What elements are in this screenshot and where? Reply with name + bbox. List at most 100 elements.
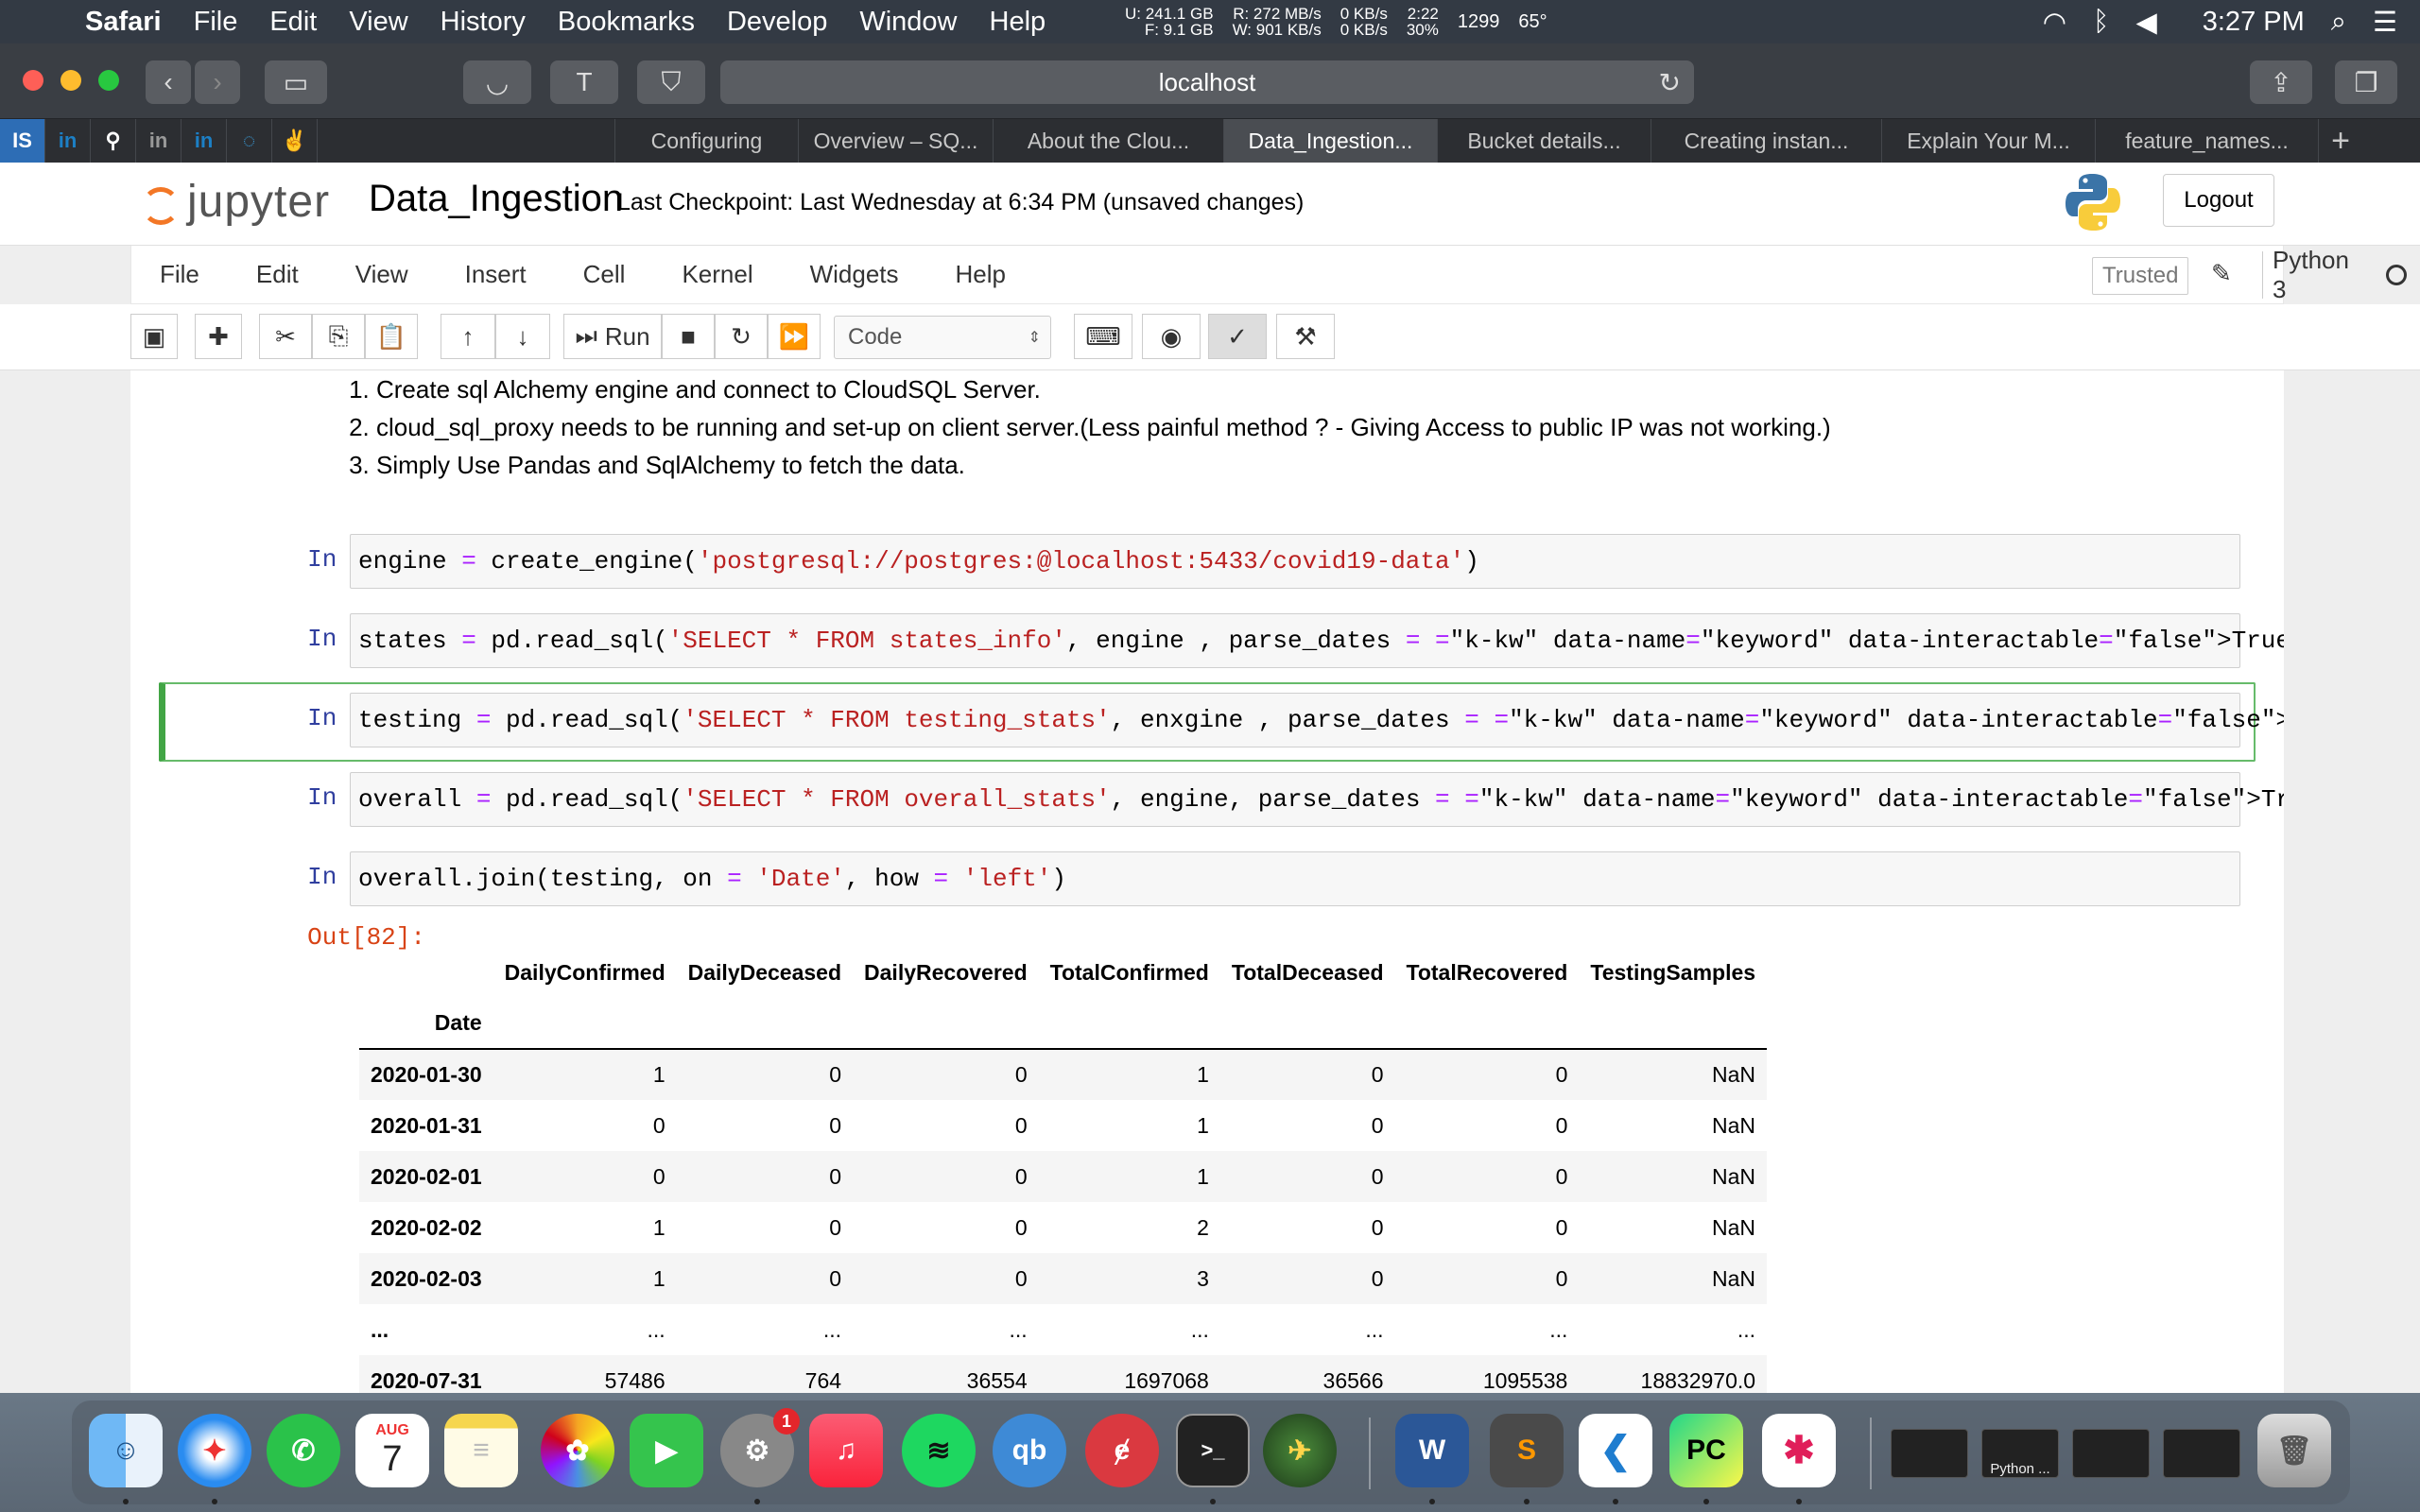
safari-icon[interactable]: ✦ [178,1414,251,1487]
bluetooth-icon[interactable]: ᛒ [2093,7,2109,38]
cut-icon[interactable]: ✂ [259,314,312,359]
hammer-icon[interactable]: ⚒ [1276,314,1335,359]
interrupt-kernel-icon[interactable]: ■ [662,314,715,359]
jmenu-edit[interactable]: Edit [228,260,327,289]
restart-kernel-icon[interactable]: ↻ [715,314,768,359]
menu-file[interactable]: File [194,7,238,38]
qbittorrent-icon[interactable]: qb [993,1414,1066,1487]
pocket-icon[interactable]: ◡ [463,60,531,104]
cpu-temp[interactable]: 65° [1518,12,1547,31]
reload-icon[interactable]: ↻ [1659,67,1681,98]
tab-overview-icon[interactable]: ❐ [2335,60,2397,104]
menu-help[interactable]: Help [990,7,1046,38]
system-preferences-icon[interactable]: ⚙ 1 [720,1408,800,1487]
network-rate[interactable]: 0 KB/s 0 KB/s [1340,6,1388,38]
pinned-tab-3[interactable]: ⚲ [91,119,136,163]
code-cell-input[interactable]: overall.join(testing, on = 'Date', how =… [350,851,2240,906]
tab-feature-names[interactable]: feature_names... [2096,119,2319,163]
tab-creating-instance[interactable]: Creating instan... [1651,119,1882,163]
music-icon[interactable]: ♫ [809,1414,883,1487]
slack-icon[interactable]: ✱ [1762,1414,1836,1487]
jmenu-view[interactable]: View [327,260,437,289]
restart-run-all-icon[interactable]: ⏩ [768,314,821,359]
paste-icon[interactable]: 📋 [365,314,418,359]
new-tab-button[interactable]: + [2319,119,2362,163]
tab-overview-sq[interactable]: Overview – SQ... [799,119,994,163]
kernel-name[interactable]: Python 3 [2262,246,2349,303]
tab-explain-model[interactable]: Explain Your M... [1882,119,2096,163]
wifi-icon[interactable]: ◠ [2043,6,2066,39]
disk-usage[interactable]: U: 241.1 GB F: 9.1 GB [1125,6,1214,38]
jmenu-kernel[interactable]: Kernel [653,260,781,289]
run-button[interactable]: ⏭ Run [563,314,662,359]
pinned-tab-1[interactable]: IS [0,119,45,163]
menu-view[interactable]: View [349,7,407,38]
fan-speed[interactable]: 1299 [1458,12,1500,31]
minimize-window-button[interactable] [60,70,81,91]
jmenu-help[interactable]: Help [927,260,1034,289]
finder-icon[interactable]: ☺ [89,1414,163,1487]
close-window-button[interactable] [23,70,43,91]
move-down-icon[interactable]: ↓ [495,314,550,359]
extension-icon[interactable]: T [550,60,618,104]
menu-history[interactable]: History [441,7,526,38]
jmenu-file[interactable]: File [131,260,228,289]
minimized-window-thumb[interactable] [2163,1429,2240,1478]
minimized-window-thumb[interactable] [2072,1429,2150,1478]
clock[interactable]: 3:27 PM [2203,7,2305,38]
minimized-window-thumb[interactable]: Python ... [1981,1429,2059,1478]
jmenu-widgets[interactable]: Widgets [782,260,927,289]
github-icon[interactable]: ◉ [1142,314,1201,359]
insert-cell-below-icon[interactable]: ✚ [195,314,242,359]
sidebar-toggle-icon[interactable]: ▭ [265,60,327,104]
notebook-title[interactable]: Data_Ingestion [369,178,623,220]
logout-button[interactable]: Logout [2163,174,2274,227]
battery-status[interactable]: 2:22 30% [1407,6,1439,38]
pinned-tab-5[interactable]: in [182,119,227,163]
notes-icon[interactable]: ≡ [444,1414,518,1487]
tab-about-cloud[interactable]: About the Clou... [994,119,1224,163]
trash-icon[interactable]: 🗑 [2257,1414,2331,1487]
spotify-icon[interactable]: ≋ [902,1414,976,1487]
menu-edit[interactable]: Edit [269,7,317,38]
code-cell-input[interactable]: engine = create_engine('postgresql://pos… [350,534,2240,589]
tab-configuring[interactable]: Configuring [615,119,799,163]
share-icon[interactable]: ⇪ [2250,60,2312,104]
control-center-icon[interactable]: ☰ [2373,6,2397,39]
volume-icon[interactable]: ◀ [2135,6,2156,39]
spellcheck-icon[interactable]: ✓ [1208,314,1267,359]
vscode-icon[interactable]: ❮ [1579,1414,1652,1487]
back-button[interactable]: ‹ [146,60,191,104]
forward-button[interactable]: › [195,60,240,104]
menu-develop[interactable]: Develop [727,7,827,38]
save-icon[interactable]: ▣ [130,314,178,359]
pinned-tab-4[interactable]: in [136,119,182,163]
jupyter-logo[interactable]: jupyter [142,176,330,228]
minimized-window-thumb[interactable] [1891,1429,1968,1478]
pinned-tab-7[interactable]: ✌ [272,119,318,163]
privacy-shield-icon[interactable]: ⛉ [637,60,705,104]
whatsapp-icon[interactable]: ✆ [267,1414,340,1487]
expressvpn-icon[interactable]: ɇ [1085,1414,1159,1487]
jmenu-insert[interactable]: Insert [437,260,555,289]
markdown-cell[interactable]: Create sql Alchemy engine and connect to… [376,370,1831,484]
pinned-tab-6[interactable]: ◌ [227,119,272,163]
globe-app-icon[interactable]: ✈ [1263,1414,1337,1487]
code-cell-input[interactable]: states = pd.read_sql('SELECT * FROM stat… [350,613,2284,668]
photos-icon[interactable]: ✿ [541,1414,614,1487]
address-bar[interactable]: localhost ↻ [720,60,1694,104]
menu-bookmarks[interactable]: Bookmarks [558,7,695,38]
menu-app-name[interactable]: Safari [85,7,162,38]
trusted-indicator[interactable]: Trusted [2092,257,2189,295]
code-cell-input-active[interactable]: testing = pd.read_sql('SELECT * FROM tes… [350,693,2284,747]
jmenu-cell[interactable]: Cell [555,260,654,289]
zoom-window-button[interactable] [98,70,119,91]
tab-data-ingestion[interactable]: Data_Ingestion... [1224,119,1438,163]
facetime-icon[interactable]: ▶ [630,1414,703,1487]
menu-window[interactable]: Window [859,7,957,38]
spotlight-search-icon[interactable]: ⌕ [2331,7,2346,38]
calendar-icon[interactable]: AUG 7 [355,1414,429,1487]
pycharm-icon[interactable]: PC [1669,1414,1743,1487]
keyboard-shortcuts-icon[interactable]: ⌨ [1074,314,1132,359]
pinned-tab-2[interactable]: in [45,119,91,163]
